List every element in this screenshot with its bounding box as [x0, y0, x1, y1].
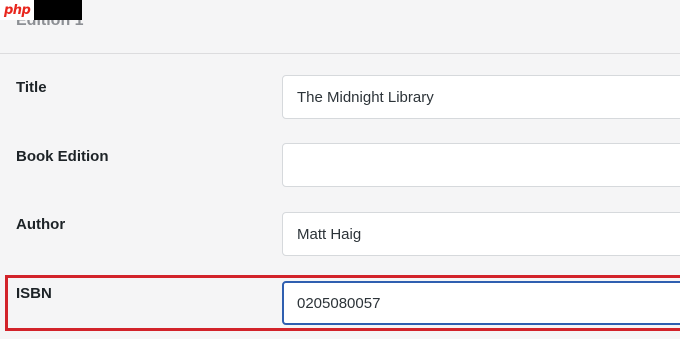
- book-edition-label: Book Edition: [16, 148, 109, 165]
- logo-text: php: [0, 0, 35, 20]
- isbn-input[interactable]: [282, 281, 680, 325]
- divider: [0, 53, 680, 54]
- title-label: Title: [16, 79, 47, 96]
- title-input[interactable]: [282, 75, 680, 119]
- author-label: Author: [16, 216, 66, 233]
- php-logo: php: [0, 0, 82, 20]
- author-input[interactable]: [282, 212, 680, 256]
- logo-block: [34, 0, 82, 20]
- book-edition-input[interactable]: [282, 143, 680, 187]
- isbn-label: ISBN: [16, 285, 52, 302]
